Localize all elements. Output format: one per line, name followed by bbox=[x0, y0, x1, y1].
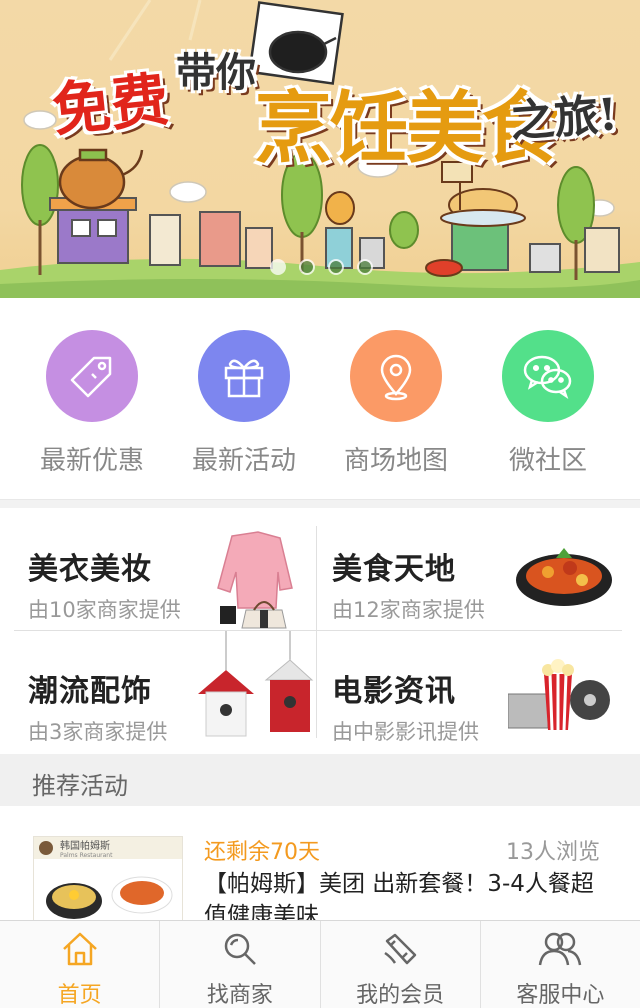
recommended-item-remaining: 还剩余70天 bbox=[204, 840, 320, 865]
location-pin-icon bbox=[380, 354, 412, 401]
food-plate-image bbox=[516, 548, 612, 606]
quick-entry-label: 最新活动 bbox=[191, 446, 296, 476]
tab-customer-service[interactable]: 客服中心 bbox=[481, 921, 640, 1008]
quick-entry-icon-bg bbox=[350, 330, 442, 422]
category-title: 潮流配饰 bbox=[28, 674, 152, 709]
category-subtitle: 由中影影讯提供 bbox=[332, 720, 479, 744]
quick-entry-label: 商场地图 bbox=[343, 446, 448, 476]
promo-banner[interactable]: 免费 带你 烹饪美食 之旅! bbox=[0, 0, 640, 298]
quick-entry-latest-events[interactable]: 最新活动 bbox=[169, 330, 319, 477]
banner-pager bbox=[270, 259, 373, 275]
pager-dot[interactable] bbox=[328, 259, 344, 275]
quick-entry-icon-bg bbox=[502, 330, 594, 422]
section-divider bbox=[0, 500, 640, 508]
banner-headline-journey: 之旅! bbox=[508, 89, 620, 148]
category-trend-accessories[interactable]: 潮流配饰 由3家商家提供 bbox=[14, 630, 319, 744]
category-title: 电影资讯 bbox=[332, 674, 456, 709]
tab-label: 客服中心 bbox=[516, 983, 605, 1008]
popcorn-film-image bbox=[508, 659, 610, 731]
member-card-icon bbox=[384, 933, 417, 965]
quick-entry-label: 微社区 bbox=[508, 446, 587, 476]
customer-service-icon bbox=[539, 932, 582, 966]
pager-dot[interactable] bbox=[299, 259, 315, 275]
quick-entry-mall-map[interactable]: 商场地图 bbox=[321, 330, 471, 477]
thumb-brand-text: 韩国帕姆斯 bbox=[60, 839, 110, 852]
recommended-item-title: 【帕姆斯】美团 出新套餐！3-4人餐超值健康美味 bbox=[204, 871, 594, 922]
category-fashion-beauty[interactable]: 美衣美妆 由10家商家提供 bbox=[14, 508, 319, 629]
quick-entry-latest-deals[interactable]: 最新优惠 bbox=[17, 330, 167, 477]
banner-headline-free: 免费 bbox=[49, 65, 172, 145]
birdhouses-image bbox=[198, 630, 314, 737]
coat-and-bag-image bbox=[217, 531, 293, 629]
category-grid: 美衣美妆 由10家商家提供 美食天地 由12家商家提供 潮流配饰 由3家商家提供 bbox=[0, 508, 640, 754]
recommended-item[interactable]: 韩国帕姆斯 Palms Restaurant 还剩余70天 13人浏览 【帕姆斯… bbox=[0, 806, 640, 922]
tab-label: 首页 bbox=[57, 983, 102, 1008]
grid-divider-horizontal bbox=[14, 630, 622, 631]
tab-label: 找商家 bbox=[206, 983, 273, 1008]
tab-label: 我的会员 bbox=[356, 983, 445, 1008]
pager-dot[interactable] bbox=[270, 259, 286, 275]
recommended-item-views: 13人浏览 bbox=[506, 840, 600, 865]
quick-entry-icon-bg bbox=[46, 330, 138, 422]
pager-dot[interactable] bbox=[357, 259, 373, 275]
search-icon bbox=[224, 933, 256, 965]
tag-icon bbox=[70, 356, 112, 398]
thumb-brand-en-text: Palms Restaurant bbox=[60, 852, 113, 859]
category-title: 美食天地 bbox=[332, 552, 456, 587]
category-food-world[interactable]: 美食天地 由12家商家提供 bbox=[318, 508, 623, 622]
tab-my-membership[interactable]: 我的会员 bbox=[321, 921, 481, 1008]
bottom-tab-bar: 首页 找商家 我的会员 客服中心 bbox=[0, 920, 640, 1008]
category-subtitle: 由3家商家提供 bbox=[28, 720, 168, 744]
quick-entry-micro-community[interactable]: 微社区 bbox=[473, 330, 623, 477]
recommended-section-header: 推荐活动 bbox=[0, 754, 640, 806]
grid-divider-vertical bbox=[316, 526, 317, 738]
quick-entry-label: 最新优惠 bbox=[39, 446, 144, 476]
category-title: 美衣美妆 bbox=[28, 552, 152, 587]
recommended-header-label: 推荐活动 bbox=[32, 772, 128, 800]
recommended-item-thumbnail: 韩国帕姆斯 Palms Restaurant bbox=[33, 836, 183, 922]
wechat-icon bbox=[523, 355, 572, 400]
banner-headline: 免费 带你 烹饪美食 之旅! bbox=[48, 40, 619, 174]
category-movie-news[interactable]: 电影资讯 由中影影讯提供 bbox=[318, 630, 623, 744]
restaurant-thumbnail-image: 韩国帕姆斯 Palms Restaurant bbox=[34, 837, 182, 919]
gift-icon bbox=[224, 359, 264, 398]
tab-find-merchant[interactable]: 找商家 bbox=[160, 921, 321, 1008]
quick-entry-bar: 最新优惠 最新活动 商场地图 微社区 bbox=[0, 298, 640, 500]
category-subtitle: 由10家商家提供 bbox=[28, 598, 181, 622]
home-icon bbox=[62, 932, 97, 966]
banner-headline-take-you: 带你 bbox=[176, 49, 256, 96]
tab-home[interactable]: 首页 bbox=[0, 921, 161, 1008]
category-subtitle: 由12家商家提供 bbox=[332, 598, 485, 622]
quick-entry-icon-bg bbox=[198, 330, 290, 422]
